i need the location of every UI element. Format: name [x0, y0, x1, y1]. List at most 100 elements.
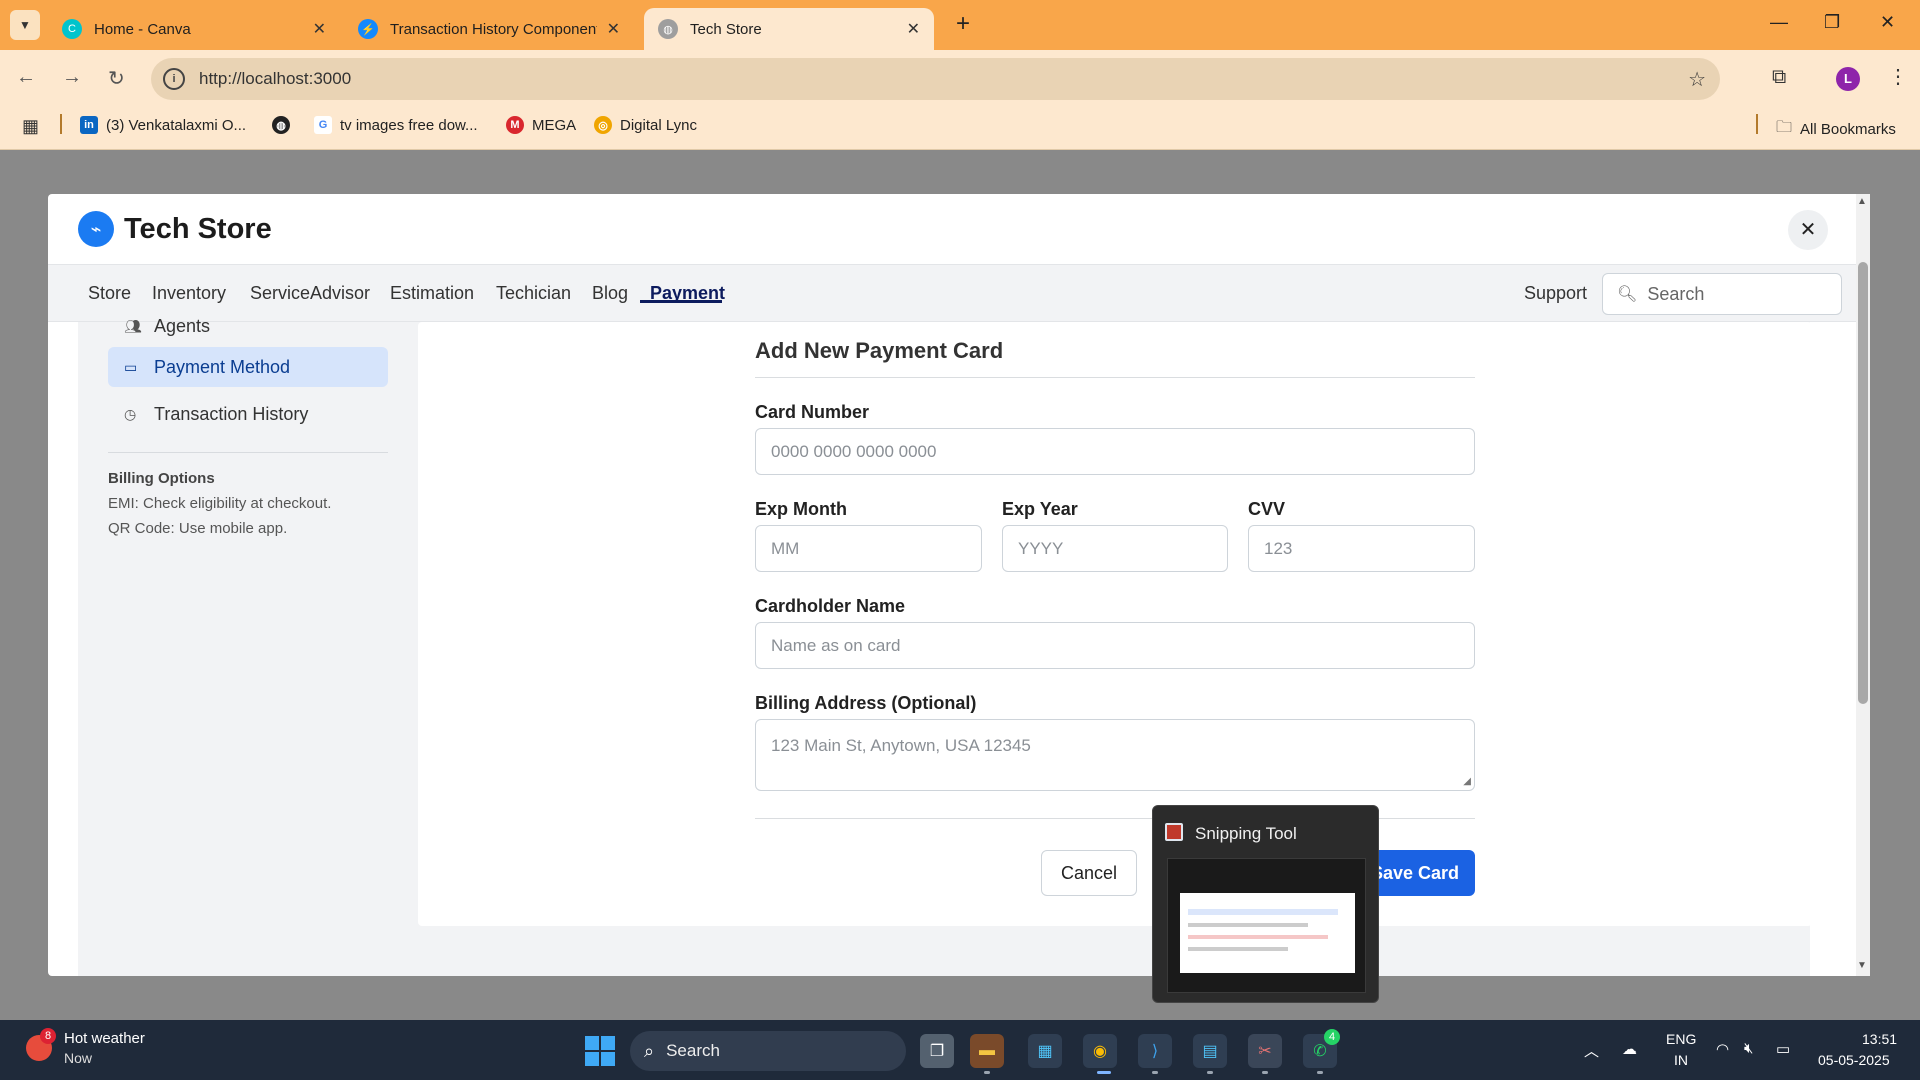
canva-icon: C: [62, 19, 82, 39]
minimize-icon[interactable]: —: [1770, 12, 1788, 33]
thumbnail-row: [1188, 909, 1338, 915]
billing-line: QR Code: Use mobile app.: [108, 520, 288, 537]
nav-inventory[interactable]: Inventory: [152, 283, 226, 304]
bookmark-separator: [60, 114, 62, 134]
nav-blog[interactable]: Blog: [592, 283, 628, 304]
billing-address-textarea[interactable]: 123 Main St, Anytown, USA 12345 ◢: [755, 719, 1475, 791]
running-indicator: [1207, 1071, 1213, 1074]
language-indicator[interactable]: ENG: [1666, 1031, 1696, 1047]
address-bar[interactable]: i http://localhost:3000 ☆: [151, 58, 1720, 100]
browser-menu-icon[interactable]: ⋮: [1888, 64, 1908, 89]
card-number-label: Card Number: [755, 402, 870, 422]
card-icon: ▭: [124, 358, 138, 375]
notepad-icon[interactable]: ▤: [1193, 1034, 1227, 1068]
all-bookmarks[interactable]: 🗀 All Bookmarks: [1776, 116, 1896, 143]
battery-icon[interactable]: ▭: [1776, 1040, 1790, 1058]
reload-icon[interactable]: ↻: [108, 66, 125, 91]
nav-support[interactable]: Support: [1524, 283, 1587, 304]
search-placeholder: Search: [1647, 283, 1705, 304]
tab-transaction-history[interactable]: ⚡ Transaction History Component ✕: [344, 8, 634, 50]
cardholder-input[interactable]: Name as on card: [755, 622, 1475, 669]
taskbar-search[interactable]: ⌕ Search: [630, 1031, 906, 1071]
cancel-button[interactable]: Cancel: [1041, 850, 1137, 896]
linkedin-icon: in: [80, 116, 98, 134]
tab-tech-store[interactable]: ◍ Tech Store ✕: [644, 8, 934, 50]
mega-icon: M: [506, 116, 524, 134]
snipping-tool-taskbar-icon[interactable]: ✂: [1248, 1034, 1282, 1068]
exp-month-label: Exp Month: [755, 499, 847, 519]
running-indicator: [1152, 1071, 1158, 1074]
thumbnail-content: [1180, 893, 1355, 973]
resize-grip-icon[interactable]: ◢: [1463, 776, 1471, 787]
bookmark-globe[interactable]: ◍: [272, 116, 298, 134]
chevron-down-icon: ▼: [19, 18, 31, 32]
bookmarks-bar: ▦ in (3) Venkatalaxmi O... ◍ G tv images…: [0, 106, 1920, 150]
running-indicator: [1097, 1071, 1111, 1074]
card-number-placeholder: 0000 0000 0000 0000: [771, 441, 937, 461]
site-info-icon[interactable]: i: [163, 68, 185, 90]
bookmark-tv-images[interactable]: G tv images free dow...: [314, 116, 478, 134]
nav-serviceadvisor[interactable]: ServiceAdvisor: [250, 283, 370, 304]
new-tab-button[interactable]: +: [948, 10, 978, 38]
billing-address-placeholder: 123 Main St, Anytown, USA 12345: [771, 736, 1031, 755]
cvv-input[interactable]: 123: [1248, 525, 1475, 572]
restore-icon[interactable]: ❐: [1824, 12, 1840, 33]
forward-icon[interactable]: →: [62, 66, 82, 89]
bookmark-mega[interactable]: M MEGA: [506, 116, 576, 134]
nav-store[interactable]: Store: [88, 283, 131, 304]
profile-avatar[interactable]: L: [1836, 67, 1860, 91]
close-tab-icon[interactable]: ✕: [607, 19, 620, 39]
tray-chevron-up-icon[interactable]: ︿: [1584, 1040, 1599, 1061]
card-number-input[interactable]: 0000 0000 0000 0000: [755, 428, 1475, 475]
exp-year-input[interactable]: YYYY: [1002, 525, 1228, 572]
tab-label: Tech Store: [690, 20, 762, 38]
brand-title: Tech Store: [124, 212, 272, 245]
nav-techician[interactable]: Techician: [496, 283, 571, 304]
scroll-up-icon[interactable]: ▲: [1857, 196, 1867, 207]
weather-title[interactable]: Hot weather: [64, 1030, 145, 1047]
onedrive-icon[interactable]: ☁: [1622, 1040, 1637, 1058]
exp-month-input[interactable]: MM: [755, 525, 982, 572]
nav-estimation[interactable]: Estimation: [390, 283, 474, 304]
extensions-icon[interactable]: ⧉: [1772, 66, 1786, 89]
wifi-icon[interactable]: ◠: [1716, 1040, 1729, 1058]
volume-muted-icon[interactable]: 🔇︎: [1744, 1040, 1753, 1057]
snipping-tool-preview[interactable]: Snipping Tool: [1152, 805, 1379, 1003]
bookmark-linkedin[interactable]: in (3) Venkatalaxmi O...: [80, 116, 246, 134]
sidebar-item-agents[interactable]: 👥︎ Agents: [124, 313, 210, 339]
back-icon[interactable]: ←: [16, 66, 36, 89]
cvv-placeholder: 123: [1264, 538, 1293, 558]
file-explorer-icon[interactable]: ▬: [970, 1034, 1004, 1068]
chrome-icon[interactable]: ◉: [1083, 1034, 1117, 1068]
search-input[interactable]: 🔍︎ Search: [1602, 273, 1842, 315]
vscode-icon[interactable]: ⟩: [1138, 1034, 1172, 1068]
tab-search-button[interactable]: ▼: [10, 10, 40, 40]
task-view-icon[interactable]: ❐: [920, 1034, 954, 1068]
modal-close-button[interactable]: ✕: [1788, 210, 1828, 250]
main-nav: Store Inventory ServiceAdvisor Estimatio…: [48, 264, 1860, 322]
apps-button[interactable]: ▦: [22, 116, 39, 137]
url-text: http://localhost:3000: [199, 69, 352, 88]
bookmark-separator: [1756, 114, 1758, 134]
bookmark-digital-lync[interactable]: ◎ Digital Lync: [594, 116, 697, 134]
scrollbar-thumb[interactable]: [1858, 262, 1868, 704]
sidebar-item-payment-method[interactable]: ▭ Payment Method: [108, 347, 388, 387]
messenger-logo-icon: ⌁: [78, 211, 114, 247]
microsoft-store-icon[interactable]: ▦: [1028, 1034, 1062, 1068]
close-tab-icon[interactable]: ✕: [313, 19, 326, 39]
sidebar-divider: [108, 452, 388, 453]
sidebar-item-transaction-history[interactable]: ◷ Transaction History: [124, 401, 308, 427]
region-indicator: IN: [1674, 1052, 1688, 1068]
windows-start-icon[interactable]: [585, 1036, 615, 1066]
tab-canva[interactable]: C Home - Canva ✕: [48, 8, 340, 50]
form-title: Add New Payment Card: [755, 338, 1004, 363]
running-indicator: [1262, 1071, 1268, 1074]
cardholder-label: Cardholder Name: [755, 596, 906, 616]
bookmark-star-icon[interactable]: ☆: [1688, 67, 1706, 92]
close-tab-icon[interactable]: ✕: [907, 19, 920, 39]
clock-time[interactable]: 13:51: [1862, 1031, 1897, 1047]
window-close-icon[interactable]: ✕: [1880, 12, 1895, 33]
digital-lync-icon: ◎: [594, 116, 612, 134]
scroll-down-icon[interactable]: ▼: [1857, 960, 1867, 971]
clock-date: 05-05-2025: [1818, 1052, 1890, 1068]
